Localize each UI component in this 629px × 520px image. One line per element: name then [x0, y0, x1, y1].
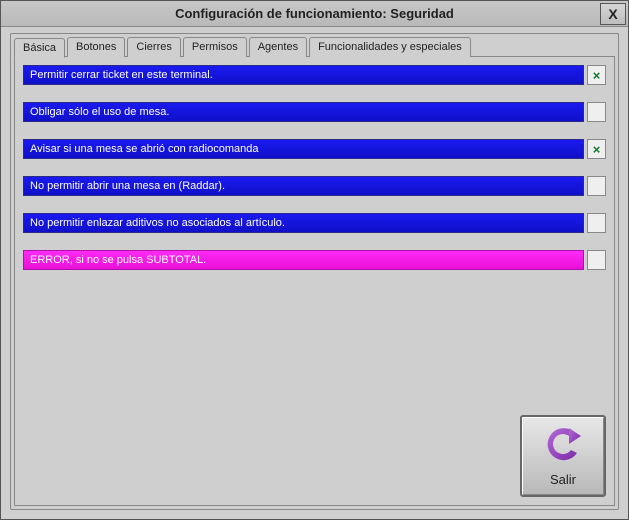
- option-checkbox[interactable]: ×: [587, 65, 606, 85]
- option-label: No permitir enlazar aditivos no asociado…: [23, 213, 584, 233]
- tab-permisos[interactable]: Permisos: [183, 37, 247, 57]
- option-label: No permitir abrir una mesa en (Raddar).: [23, 176, 584, 196]
- option-checkbox[interactable]: [587, 250, 606, 270]
- tab-cierres[interactable]: Cierres: [127, 37, 180, 57]
- option-checkbox[interactable]: [587, 176, 606, 196]
- window-title: Configuración de funcionamiento: Segurid…: [175, 6, 454, 21]
- close-icon: X: [608, 6, 617, 22]
- option-label: Avisar si una mesa se abrió con radiocom…: [23, 139, 584, 159]
- option-label-error: ERROR, si no se pulsa SUBTOTAL.: [23, 250, 584, 270]
- tab-botones[interactable]: Botones: [67, 37, 125, 57]
- tab-bar: Básica Botones Cierres Permisos Agentes …: [11, 34, 618, 57]
- option-checkbox[interactable]: [587, 102, 606, 122]
- check-icon: ×: [593, 68, 601, 83]
- option-checkbox[interactable]: [587, 213, 606, 233]
- tab-funcionalidades[interactable]: Funcionalidades y especiales: [309, 37, 471, 57]
- content-frame: Básica Botones Cierres Permisos Agentes …: [10, 33, 619, 510]
- exit-arrow-icon: [541, 425, 585, 469]
- option-label: Permitir cerrar ticket en este terminal.: [23, 65, 584, 85]
- option-row: Obligar sólo el uso de mesa.: [23, 102, 606, 122]
- exit-label: Salir: [550, 472, 576, 487]
- close-button[interactable]: X: [600, 3, 626, 25]
- option-row: ERROR, si no se pulsa SUBTOTAL.: [23, 250, 606, 270]
- window: Configuración de funcionamiento: Segurid…: [0, 0, 629, 520]
- option-row: Permitir cerrar ticket en este terminal.…: [23, 65, 606, 85]
- tab-agentes[interactable]: Agentes: [249, 37, 307, 57]
- exit-button[interactable]: Salir: [520, 415, 606, 497]
- option-row: No permitir enlazar aditivos no asociado…: [23, 213, 606, 233]
- tab-panel-basica: Permitir cerrar ticket en este terminal.…: [14, 56, 615, 506]
- titlebar: Configuración de funcionamiento: Segurid…: [1, 1, 628, 27]
- tab-basica[interactable]: Básica: [14, 38, 65, 58]
- option-checkbox[interactable]: ×: [587, 139, 606, 159]
- option-row: Avisar si una mesa se abrió con radiocom…: [23, 139, 606, 159]
- option-row: No permitir abrir una mesa en (Raddar).: [23, 176, 606, 196]
- option-label: Obligar sólo el uso de mesa.: [23, 102, 584, 122]
- check-icon: ×: [593, 142, 601, 157]
